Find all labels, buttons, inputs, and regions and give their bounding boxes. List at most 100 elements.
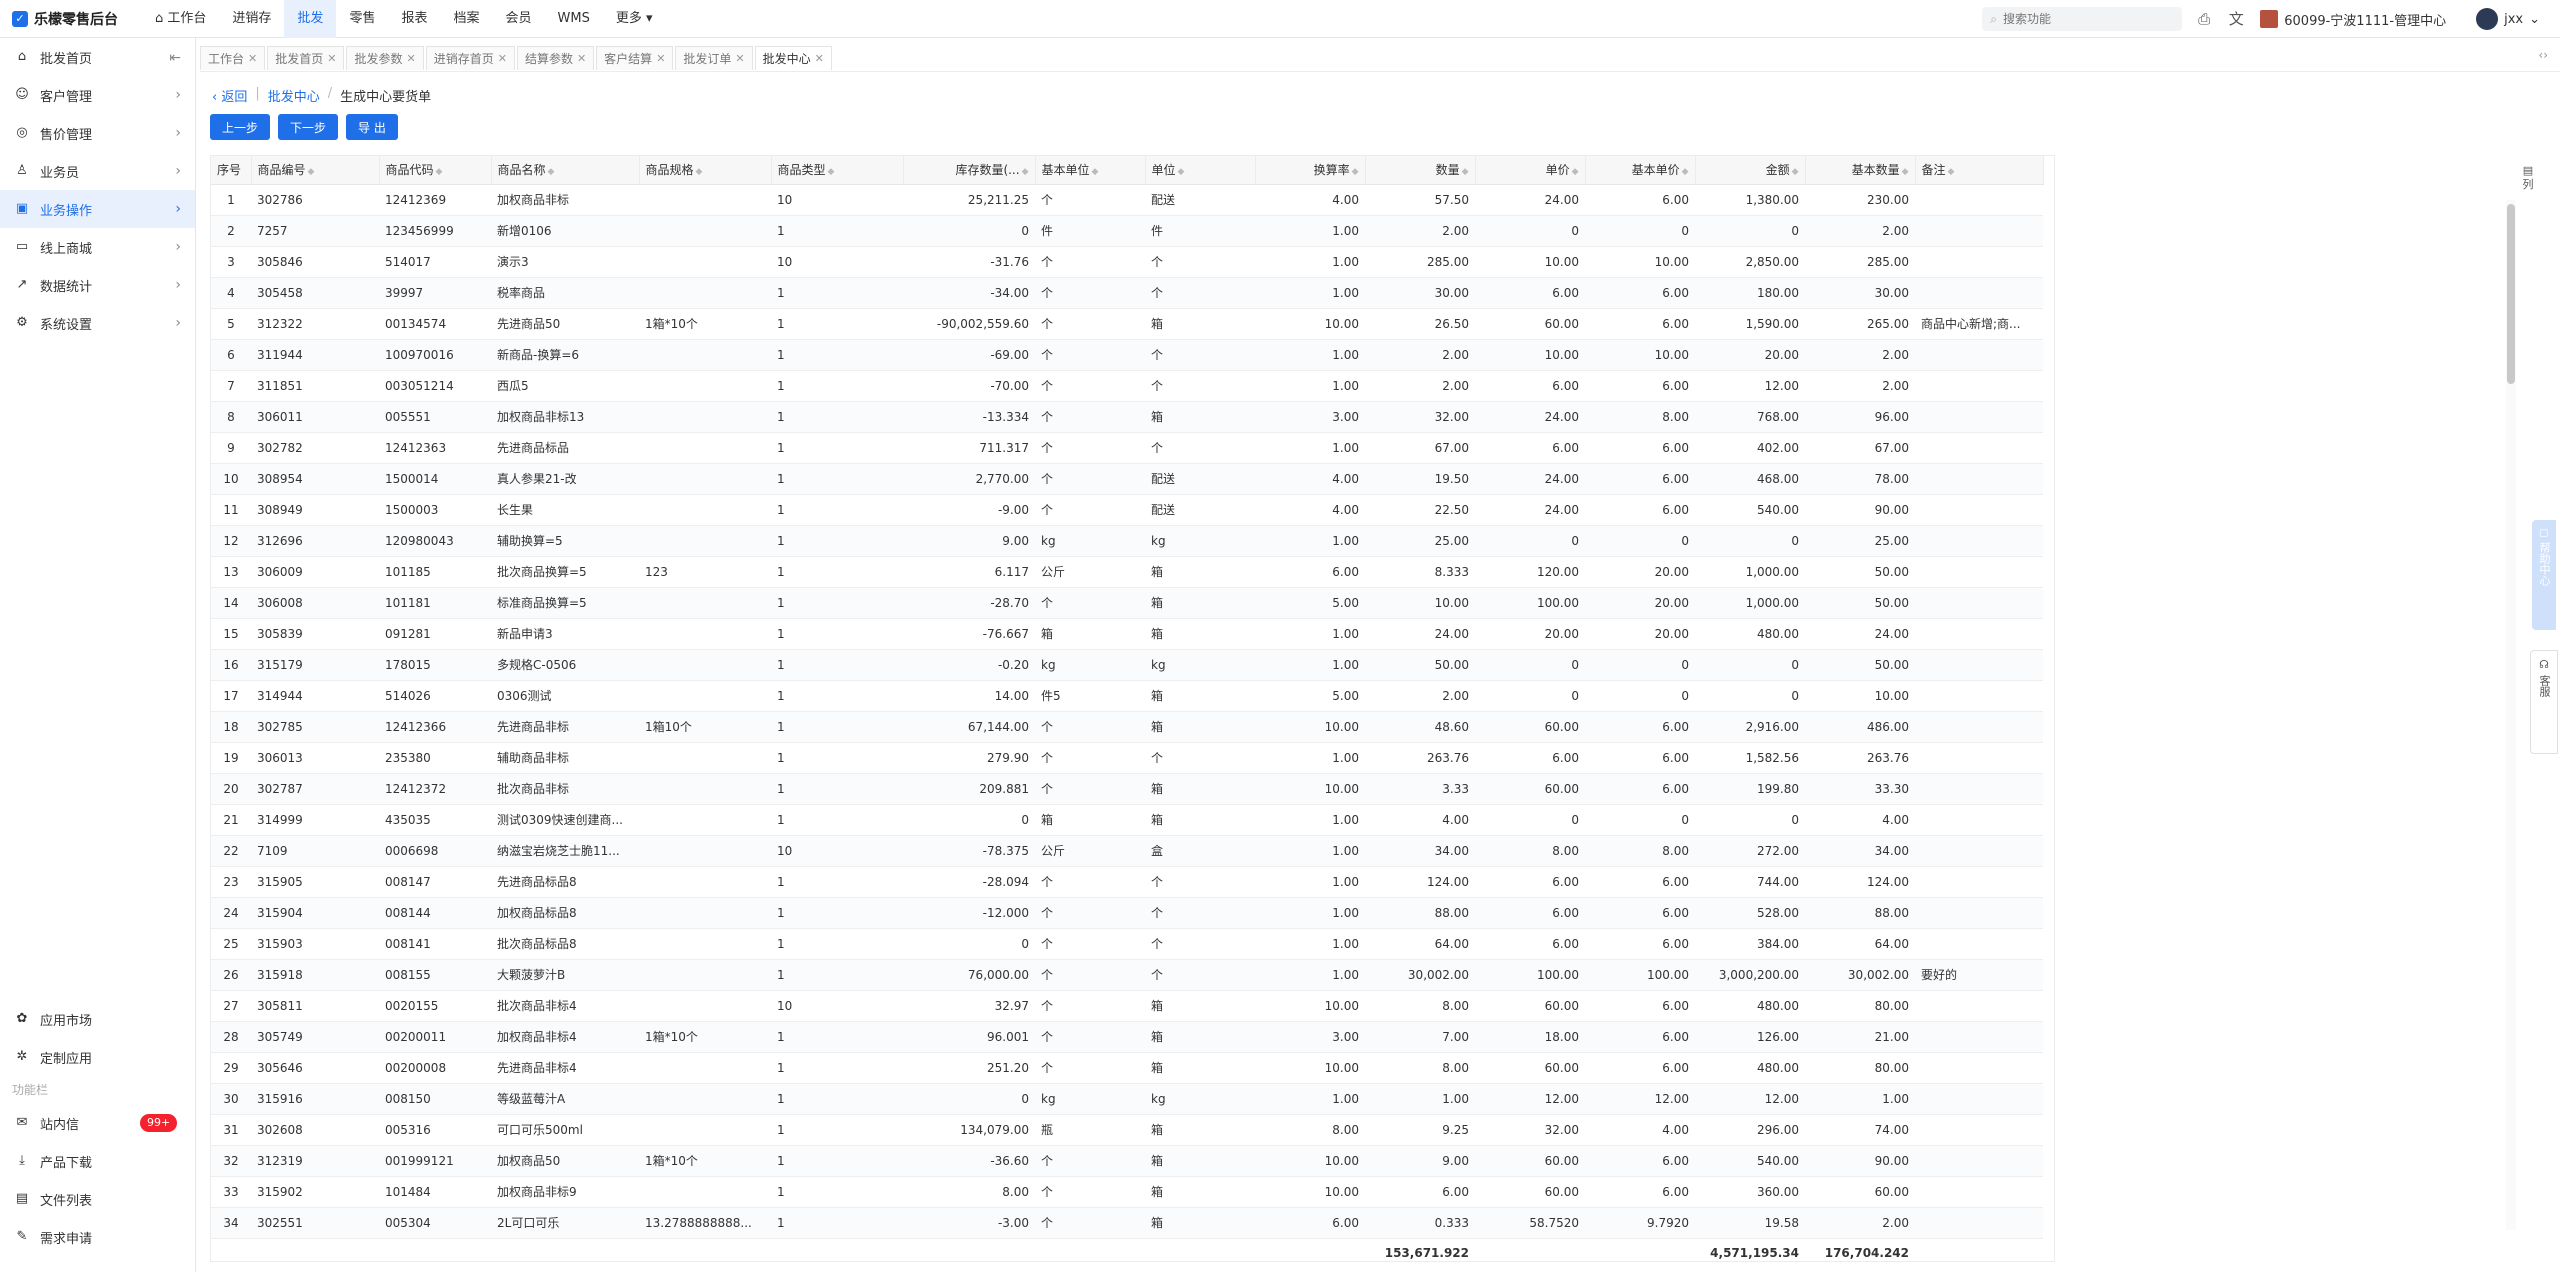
table-row[interactable]: 26 315918 008155 大颗菠萝汁B 1 76,000.00 个个 1.00 30,0… bbox=[211, 959, 2043, 991]
tab-item[interactable]: 批发订单 ✕ bbox=[675, 45, 753, 70]
sidebar-item[interactable]: ▭ 线上商城 › bbox=[0, 228, 195, 266]
sidebar-item[interactable]: ♙ 业务员 › bbox=[0, 152, 195, 190]
close-icon[interactable]: ✕ bbox=[815, 52, 824, 65]
column-header[interactable]: 数量 ◆ bbox=[1365, 156, 1476, 185]
topnav-item[interactable]: 档案 bbox=[440, 0, 492, 38]
search-box[interactable]: ⌕ bbox=[1982, 7, 2183, 31]
sort-icon[interactable]: ◆ bbox=[1092, 167, 1099, 177]
table-row[interactable]: 11 308949 1500003 长生果 1 -9.00 个配送 4.00 22.50 24.0… bbox=[211, 494, 2043, 526]
table-row[interactable]: 33 315902 101484 加权商品非标9 1 8.00 个箱 10.00 6.00 60.… bbox=[211, 1176, 2043, 1208]
table-row[interactable]: 20 302787 12412372 批次商品非标 1 209.881 个箱 10.00 3.3… bbox=[211, 773, 2043, 805]
table-row[interactable]: 12 312696 120980043 辅助换算=5 1 9.00 kg kg 1.00 25.0… bbox=[211, 525, 2043, 557]
table-row[interactable]: 16 315179 178015 多规格C-0506 1 -0.20 kg kg 1.00 50.… bbox=[211, 649, 2043, 681]
close-icon[interactable]: ✕ bbox=[656, 52, 665, 65]
table-row[interactable]: 6 311944 100970016 新商品-换算=6 1 -69.00 个个 1.00 2.0… bbox=[211, 339, 2043, 371]
tab-item[interactable]: 批发参数 ✕ bbox=[346, 45, 424, 70]
table-row[interactable]: 3 305846 514017 演示3 10 -31.76 个个 1.00 285.00 10.0… bbox=[211, 246, 2043, 278]
search-input[interactable] bbox=[2003, 12, 2163, 26]
printer-icon[interactable]: ⎙ bbox=[2194, 9, 2214, 29]
file-list[interactable]: ▤ 文件列表 bbox=[0, 1180, 196, 1218]
table-row[interactable]: 7 311851 003051214 西瓜5 1 -70.00 个个 1.00 2.00 6.00… bbox=[211, 370, 2043, 402]
table-row[interactable]: 23 315905 008147 先进商品标品8 1 -28.094 个个 1.00 124.0… bbox=[211, 866, 2043, 898]
column-header[interactable]: 单价 ◆ bbox=[1475, 156, 1586, 185]
table-row[interactable]: 4 305458 39997 税率商品 1 -34.00 个个 1.00 30.00 6.00 6.… bbox=[211, 277, 2043, 309]
breadcrumb-parent[interactable]: 批发中心 bbox=[268, 86, 320, 105]
prev-step-button[interactable]: 上一步 bbox=[210, 114, 271, 140]
table-row[interactable]: 31 302608 005316 可口可乐500ml 1 134,079.00 瓶箱 8.00… bbox=[211, 1114, 2043, 1146]
topnav-item[interactable]: ⌂ 工作台 bbox=[142, 0, 219, 38]
table-row[interactable]: 25 315903 008141 批次商品标品8 1 0 个个 1.00 64.00 6.00 6.… bbox=[211, 928, 2043, 960]
sidebar-item[interactable]: ⌂ 批发首页 ⇤ bbox=[0, 38, 195, 76]
table-row[interactable]: 32 312319 001999121 加权商品50 1箱*10个 1 -36.60 个箱 10… bbox=[211, 1145, 2043, 1177]
table-row[interactable]: 1 302786 12412369 加权商品非标 10 25,211.25 个配送 4.00 5… bbox=[211, 184, 2043, 216]
next-step-button[interactable]: 下一步 bbox=[278, 114, 339, 140]
sidebar-item[interactable]: ↗ 数据统计 › bbox=[0, 266, 195, 304]
store-switcher[interactable]: 60099-宁波1111-管理中心 bbox=[2260, 10, 2446, 29]
topnav-item[interactable]: 进销存 bbox=[219, 0, 284, 38]
close-icon[interactable]: ✕ bbox=[498, 52, 507, 65]
tab-item[interactable]: 客户结算 ✕ bbox=[596, 45, 674, 70]
sort-icon[interactable]: ◆ bbox=[1352, 167, 1359, 177]
table-row[interactable]: 17 314944 514026 0306测试 1 14.00 件5 箱 5.00 2.00 0 0 0… bbox=[211, 680, 2043, 712]
vertical-scrollbar[interactable] bbox=[2506, 200, 2516, 1230]
sort-icon[interactable]: ◆ bbox=[1022, 167, 1029, 177]
column-header[interactable]: 换算率 ◆ bbox=[1255, 156, 1366, 185]
column-header[interactable]: 备注 ◆ bbox=[1915, 156, 2044, 185]
sidebar-item[interactable]: ☺ 客户管理 › bbox=[0, 76, 195, 114]
table-row[interactable]: 22 7109 0006698 纳滋宝岩烧芝士脆11... 10 -78.375 公斤盒 1.… bbox=[211, 835, 2043, 867]
sort-icon[interactable]: ◆ bbox=[548, 167, 555, 177]
table-row[interactable]: 10 308954 1500014 真人参果21-改 1 2,770.00 个配送 4.00 1… bbox=[211, 463, 2043, 495]
column-header[interactable]: 金额 ◆ bbox=[1695, 156, 1806, 185]
sort-icon[interactable]: ◆ bbox=[1462, 167, 1469, 177]
column-header[interactable]: 序号 bbox=[211, 156, 252, 185]
close-icon[interactable]: ✕ bbox=[735, 52, 744, 65]
table-row[interactable]: 24 315904 008144 加权商品标品8 1 -12.000 个个 1.00 88.00… bbox=[211, 897, 2043, 929]
request[interactable]: ✎ 需求申请 bbox=[0, 1218, 196, 1256]
topnav-item[interactable]: 零售 bbox=[336, 0, 388, 38]
tab-item[interactable]: 批发首页 ✕ bbox=[267, 45, 345, 70]
column-header[interactable]: 商品名称 ◆ bbox=[491, 156, 640, 185]
help-center-button[interactable]: ◻ 帮助中心 bbox=[2532, 520, 2556, 630]
table-row[interactable]: 34 302551 005304 2L可口可乐 13.2788888888... 1 -3.… bbox=[211, 1207, 2043, 1239]
table-row[interactable]: 9 302782 12412363 先进商品标品 1 711.317 个个 1.00 67.00… bbox=[211, 432, 2043, 464]
topnav-item[interactable]: 报表 bbox=[388, 0, 440, 38]
collapse-sidebar-icon[interactable]: ⇤ bbox=[169, 50, 181, 66]
table-row[interactable]: 15 305839 091281 新品申请3 1 -76.667 箱箱 1.00 24.00 20… bbox=[211, 618, 2043, 650]
table-row[interactable]: 21 314999 435035 测试0309快速创建商... 1 0 箱箱 1.00 4.00… bbox=[211, 804, 2043, 836]
sort-icon[interactable]: ◆ bbox=[1178, 167, 1185, 177]
topnav-item[interactable]: 更多 ▾ bbox=[603, 0, 666, 38]
app-logo[interactable]: ✓ 乐檬零售后台 bbox=[12, 0, 118, 38]
column-header[interactable]: 单位 ◆ bbox=[1145, 156, 1256, 185]
sort-icon[interactable]: ◆ bbox=[1948, 167, 1955, 177]
table-row[interactable]: 18 302785 12412366 先进商品非标 1箱10个 1 67,144.00 个箱 1… bbox=[211, 711, 2043, 743]
back-link[interactable]: ‹ 返回 bbox=[212, 86, 247, 105]
column-header[interactable]: 基本单位 ◆ bbox=[1035, 156, 1146, 185]
sort-icon[interactable]: ◆ bbox=[1792, 167, 1799, 177]
close-icon[interactable]: ✕ bbox=[248, 52, 257, 65]
product-download[interactable]: ⤓ 产品下载 bbox=[0, 1142, 196, 1180]
customer-service-button[interactable]: ☊ 客服 bbox=[2530, 650, 2558, 754]
column-settings-button[interactable]: ▤ 列 bbox=[2520, 164, 2536, 192]
tab-item[interactable]: 工作台 ✕ bbox=[200, 45, 266, 70]
column-header[interactable]: 商品编号 ◆ bbox=[251, 156, 380, 185]
sort-icon[interactable]: ◆ bbox=[828, 167, 835, 177]
tabs-more-icon[interactable]: ‹› bbox=[2538, 48, 2548, 62]
custom-app[interactable]: ✲ 定制应用 bbox=[0, 1038, 196, 1076]
tab-item[interactable]: 进销存首页 ✕ bbox=[425, 45, 515, 70]
sort-icon[interactable]: ◆ bbox=[1682, 167, 1689, 177]
column-header[interactable]: 商品代码 ◆ bbox=[379, 156, 492, 185]
sidebar-item[interactable]: ▣ 业务操作 › bbox=[0, 190, 195, 228]
column-header[interactable]: 基本单价 ◆ bbox=[1585, 156, 1696, 185]
table-row[interactable]: 13 306009 101185 批次商品换算=5 123 1 6.117 公斤箱 6.00 8.… bbox=[211, 556, 2043, 588]
tab-item[interactable]: 批发中心 ✕ bbox=[754, 45, 832, 70]
column-header[interactable]: 库存数量(... ◆ bbox=[903, 156, 1036, 185]
column-header[interactable]: 商品类型 ◆ bbox=[771, 156, 904, 185]
table-row[interactable]: 8 306011 005551 加权商品非标13 1 -13.334 个箱 3.00 32.00… bbox=[211, 401, 2043, 433]
tab-item[interactable]: 结算参数 ✕ bbox=[516, 45, 595, 70]
table-row[interactable]: 5 312322 00134574 先进商品50 1箱*10个 1 -90,002,559.… bbox=[211, 308, 2043, 340]
close-icon[interactable]: ✕ bbox=[577, 52, 586, 65]
export-button[interactable]: 导 出 bbox=[346, 114, 398, 140]
close-icon[interactable]: ✕ bbox=[406, 52, 415, 65]
table-row[interactable]: 29 305646 00200008 先进商品非标4 1 251.20 个箱 10.00 8.0… bbox=[211, 1052, 2043, 1084]
table-row[interactable]: 14 306008 101181 标准商品换算=5 1 -28.70 个箱 5.00 10.00… bbox=[211, 587, 2043, 619]
